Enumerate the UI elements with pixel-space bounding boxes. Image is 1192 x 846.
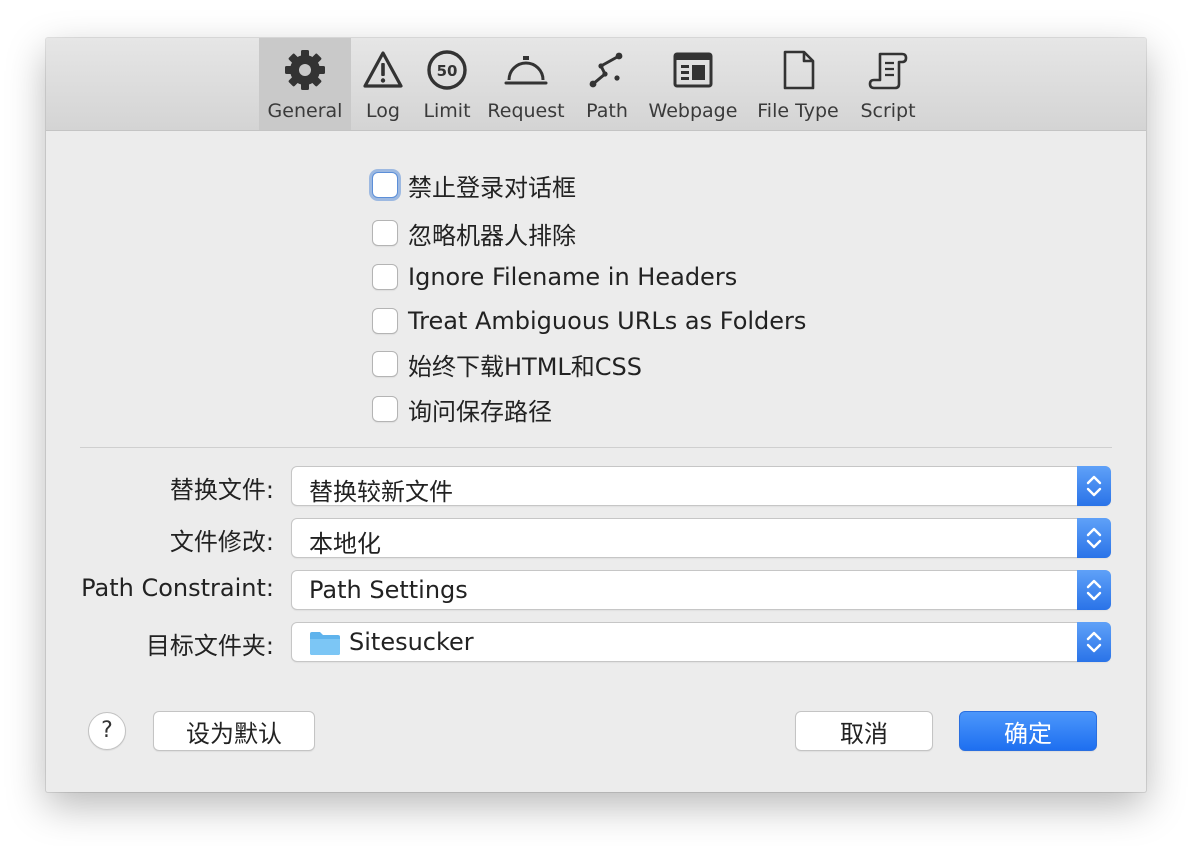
option-label: 忽略机器人排除 [408,221,576,250]
warning-icon [363,51,403,88]
bell-icon [504,56,548,85]
document-icon [783,50,815,90]
option-label: 禁止登录对话框 [408,173,576,202]
checkbox[interactable] [372,220,398,246]
tab-file-type[interactable]: File Type [752,38,844,130]
tab-request-label: Request [487,100,565,122]
tab-log[interactable]: Log [351,38,415,130]
tab-log-label: Log [366,100,400,122]
checkbox[interactable] [372,308,398,334]
path-icon [589,52,623,88]
checkbox[interactable] [372,264,398,290]
ok-button[interactable]: 确定 [959,711,1097,751]
file-modification-label: 文件修改: [169,528,274,556]
destination-folder-popup[interactable]: Sitesucker [291,622,1111,662]
chevron-updown-icon [1086,475,1102,497]
tab-script[interactable]: Script [854,38,922,130]
chevron-updown-icon [1086,631,1102,653]
popup-stepper[interactable] [1077,466,1111,506]
limit-50-icon: 50 [427,50,467,90]
tab-script-label: Script [860,100,916,122]
option-ignore-filename-in-headers[interactable]: Ignore Filename in Headers [372,262,737,292]
checkbox[interactable] [372,172,398,198]
file-modification-popup[interactable]: 本地化 [291,518,1111,558]
path-constraint-value: Path Settings [309,576,468,604]
popup-stepper[interactable] [1077,622,1111,662]
preferences-toolbar: General Log 50 Limit Request Path Webpag… [46,38,1146,131]
tab-path-label: Path [586,100,628,122]
option-ignore-robot-exclusions[interactable]: 忽略机器人排除 [372,218,576,250]
path-constraint-label: Path Constraint: [81,574,274,602]
option-disable-login-dialog[interactable]: 禁止登录对话框 [372,170,576,202]
popup-stepper[interactable] [1077,570,1111,610]
option-label: Ignore Filename in Headers [408,263,738,291]
chevron-updown-icon [1086,527,1102,549]
tab-file-type-label: File Type [757,100,839,122]
tab-path[interactable]: Path [576,38,638,130]
checkbox[interactable] [372,396,398,422]
tab-general[interactable]: General [259,38,351,130]
replace-files-popup[interactable]: 替换较新文件 [291,466,1111,506]
chevron-updown-icon [1086,579,1102,601]
destination-folder-label: 目标文件夹: [145,632,274,660]
option-label: 询问保存路径 [408,397,552,426]
checkbox[interactable] [372,351,398,377]
help-button[interactable]: ? [88,712,126,750]
option-label: Treat Ambiguous URLs as Folders [408,307,807,335]
popup-stepper[interactable] [1077,518,1111,558]
option-always-download-html-css[interactable]: 始终下载HTML和CSS [372,349,643,381]
destination-folder-value: Sitesucker [349,628,474,656]
tab-limit-label: Limit [423,100,471,122]
file-modification-value: 本地化 [309,530,381,558]
cancel-button[interactable]: 取消 [795,711,933,751]
folder-icon [310,632,340,655]
svg-text:50: 50 [437,62,458,80]
script-icon [868,52,908,90]
tab-webpage[interactable]: Webpage [646,38,740,130]
option-treat-ambiguous-urls[interactable]: Treat Ambiguous URLs as Folders [372,306,806,336]
gear-icon [285,50,325,90]
option-ask-save-path[interactable]: 询问保存路径 [372,394,552,426]
option-label: 始终下载HTML和CSS [408,352,643,381]
set-default-button[interactable]: 设为默认 [153,711,315,751]
preferences-window: General Log 50 Limit Request Path Webpag… [46,38,1146,792]
divider [80,447,1112,448]
replace-files-label: 替换文件: [169,476,274,504]
tab-request[interactable]: Request [480,38,572,130]
replace-files-value: 替换较新文件 [309,478,453,506]
webpage-icon [673,52,713,88]
tab-limit[interactable]: 50 Limit [416,38,478,130]
tab-webpage-label: Webpage [648,100,738,122]
path-constraint-popup[interactable]: Path Settings [291,570,1111,610]
tab-general-label: General [267,100,343,122]
